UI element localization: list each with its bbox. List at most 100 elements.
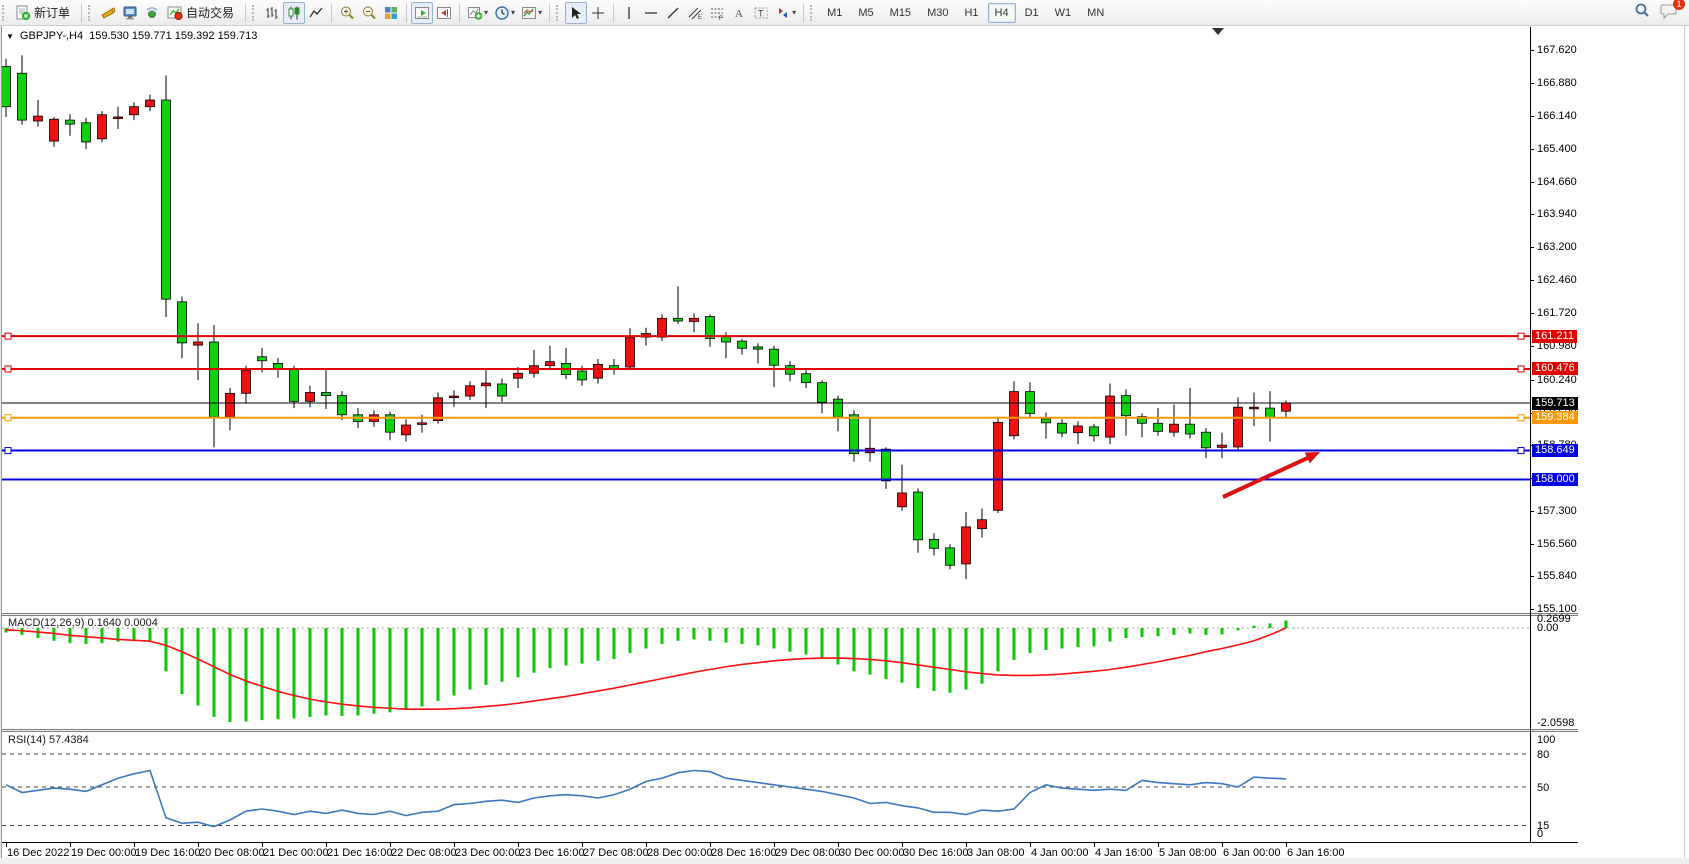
trendline-icon [665, 5, 681, 21]
tile-windows-icon [383, 5, 399, 21]
community-button[interactable] [141, 2, 163, 24]
tf-button-D1[interactable]: D1 [1018, 3, 1046, 23]
price-tick-label: 162.460 [1537, 274, 1577, 286]
tf-button-M1[interactable]: M1 [820, 3, 849, 23]
signal-icon [144, 5, 160, 21]
price-tick-label: 166.880 [1537, 77, 1577, 89]
new-order-button[interactable]: 新订单 [11, 2, 77, 24]
crosshair-button[interactable] [587, 2, 609, 24]
window-right-border [1684, 26, 1685, 864]
chart-shift-button[interactable] [433, 2, 455, 24]
horizontal-line-object[interactable] [2, 448, 1530, 454]
macd-axis-label: -2.0598 [1537, 717, 1574, 729]
price-tick [1530, 280, 1534, 281]
chart-shift-marker[interactable] [1212, 28, 1224, 35]
price-tick-label: 161.720 [1537, 307, 1577, 319]
horizontal-line-button[interactable] [640, 2, 662, 24]
tf-button-M30[interactable]: M30 [920, 3, 955, 23]
rsi-label: RSI(14) 57.4384 [8, 734, 89, 746]
price-tick [1530, 511, 1534, 512]
line-chart-button[interactable] [305, 2, 327, 24]
new-order-label: 新订单 [34, 4, 70, 21]
macd-pane-canvas[interactable] [2, 616, 1530, 729]
tf-button-M5[interactable]: M5 [851, 3, 880, 23]
toolbar: 新订单 自动交易 ▾ ▾ [0, 0, 1689, 26]
candlestick-chart-button[interactable] [283, 2, 305, 24]
toolbar-separator [406, 4, 407, 22]
price-tick-label: 155.840 [1537, 570, 1577, 582]
template-icon [521, 5, 537, 21]
chart-title[interactable]: ▼ GBPJPY-,H4 159.530 159.771 159.392 159… [6, 30, 257, 42]
vertical-line-button[interactable] [618, 2, 640, 24]
tf-button-MN[interactable]: MN [1080, 3, 1111, 23]
horizontal-line-object[interactable] [2, 366, 1530, 372]
line-handle[interactable] [1518, 333, 1524, 339]
new-order-icon [15, 5, 31, 21]
line-handle[interactable] [5, 415, 11, 421]
price-tick [1530, 116, 1534, 117]
channel-icon: E [687, 5, 703, 21]
metaeditor-button[interactable] [119, 2, 141, 24]
toolbar-right: 1 [1633, 2, 1679, 23]
arrow-annotation[interactable] [1223, 447, 1323, 497]
horizontal-line-object[interactable] [2, 333, 1530, 339]
tf-button-H1[interactable]: H1 [957, 3, 985, 23]
rsi-pane-canvas[interactable] [2, 732, 1530, 842]
chat-button[interactable]: 1 [1659, 2, 1679, 23]
cursor-button[interactable] [565, 2, 587, 24]
line-handle[interactable] [1518, 448, 1524, 454]
candlestick-series [2, 55, 1291, 579]
toolbar-separator [459, 4, 460, 22]
tf-button-M15[interactable]: M15 [883, 3, 918, 23]
chart-window: ▼ GBPJPY-,H4 159.530 159.771 159.392 159… [0, 26, 1689, 864]
price-tick [1530, 313, 1534, 314]
templates-button[interactable]: ▾ [518, 2, 545, 24]
line-handle[interactable] [5, 366, 11, 372]
toolbar-grip [556, 5, 563, 21]
trendline-button[interactable] [662, 2, 684, 24]
monitor-icon [122, 5, 138, 21]
horizontal-line-icon [643, 5, 659, 21]
auto-scroll-button[interactable] [411, 2, 433, 24]
macd-label: MACD(12,26,9) 0.1640 0.0004 [8, 617, 158, 629]
main-chart-canvas[interactable] [2, 27, 1530, 613]
channel-button[interactable]: E [684, 2, 706, 24]
price-tick [1530, 609, 1534, 610]
arrows-button[interactable]: ▾ [772, 2, 799, 24]
arrows-icon [775, 5, 791, 21]
price-tick-label: 163.940 [1537, 208, 1577, 220]
text-button[interactable]: A [728, 2, 750, 24]
toolbar-separator [613, 4, 614, 22]
tf-button-W1[interactable]: W1 [1048, 3, 1079, 23]
rsi-axis-label: 80 [1537, 749, 1549, 761]
line-handle[interactable] [5, 448, 11, 454]
text-label-button[interactable]: T [750, 2, 772, 24]
zoom-in-button[interactable] [336, 2, 358, 24]
svg-text:F: F [719, 16, 723, 21]
toolbar-separator [331, 4, 332, 22]
price-tick [1530, 83, 1534, 84]
price-tick-label: 167.620 [1537, 44, 1577, 56]
rsi-axis-label: 100 [1537, 734, 1555, 746]
price-tick [1530, 214, 1534, 215]
periods-button[interactable]: ▾ [491, 2, 518, 24]
search-icon[interactable] [1633, 2, 1651, 23]
price-tick-label: 165.400 [1537, 143, 1577, 155]
line-handle[interactable] [5, 333, 11, 339]
clock-icon [494, 5, 510, 21]
notifications-button[interactable] [97, 2, 119, 24]
auto-trading-button[interactable]: 自动交易 [163, 2, 241, 24]
tf-button-H4[interactable]: H4 [988, 3, 1016, 23]
fibonacci-button[interactable]: F [706, 2, 728, 24]
price-tick-label: 163.200 [1537, 241, 1577, 253]
zoom-out-button[interactable] [358, 2, 380, 24]
line-handle[interactable] [1518, 366, 1524, 372]
toolbar-grip [252, 5, 259, 21]
line-handle[interactable] [1518, 415, 1524, 421]
bar-chart-button[interactable] [261, 2, 283, 24]
indicators-button[interactable]: ▾ [464, 2, 491, 24]
rsi-line [6, 771, 1286, 827]
tile-windows-button[interactable] [380, 2, 402, 24]
toolbar-separator [81, 4, 82, 22]
price-tick [1530, 50, 1534, 51]
